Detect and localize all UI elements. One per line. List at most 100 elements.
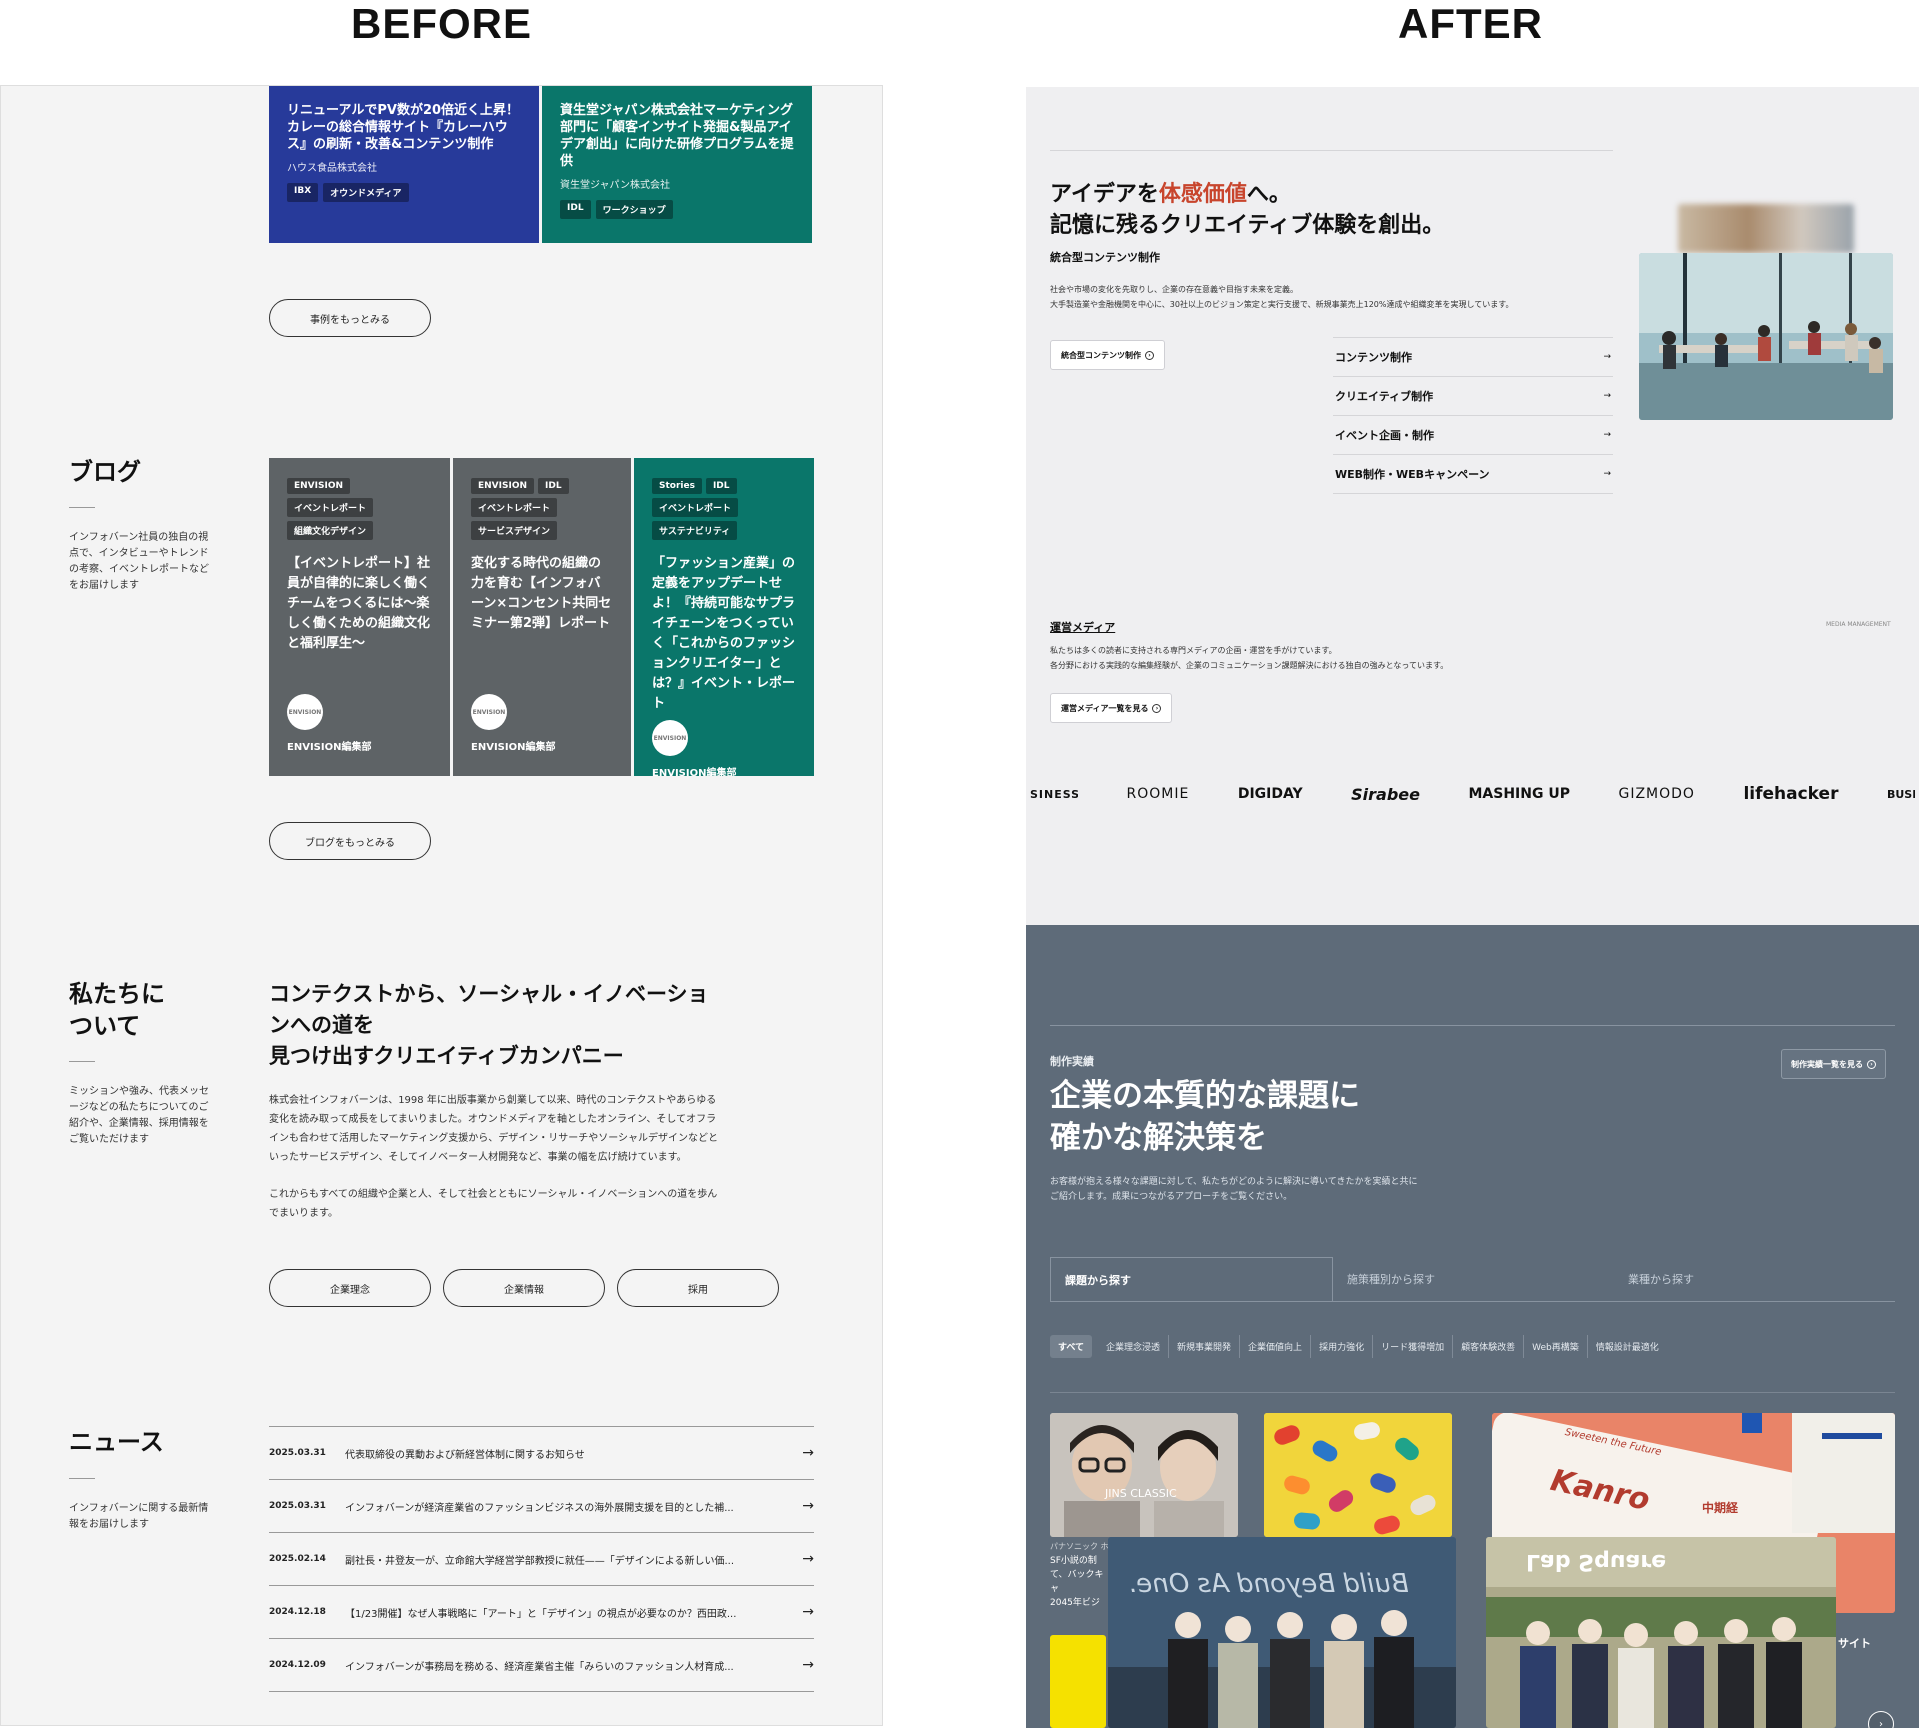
logo-lifehacker[interactable]: lifehacker	[1743, 784, 1838, 804]
works-list-button[interactable]: 制作実績一覧を見る ›	[1781, 1049, 1886, 1079]
caption-line: て、バックキャ	[1050, 1570, 1104, 1594]
blurred-photo	[1678, 204, 1854, 253]
tab-by-industry[interactable]: 業種から探す	[1614, 1257, 1895, 1301]
blog-tag: 組織文化デザイン	[287, 521, 374, 540]
media-desc: 私たちは多くの読者に支持される専門メディアの企画・運営を手がけています。 各分野…	[1050, 643, 1448, 673]
news-item[interactable]: 2025.03.31 代表取締役の異動および新経営体制に関するお知らせ →	[269, 1427, 814, 1480]
works-heading-line: 確かな解決策を	[1050, 1120, 1267, 1156]
blog-card-title: 変化する時代の組織の力を育む【インフォバーン×コンセント共同セミナー第2弾】レポ…	[471, 556, 612, 631]
media-desc-line: 各分野における実践的な編集経験が、企業のコミュニケーション課題解決における独自の…	[1050, 661, 1449, 670]
filter-chip[interactable]: 顧客体験改善	[1453, 1335, 1525, 1358]
logo-mashingup[interactable]: MASHING UP	[1468, 786, 1570, 802]
logo-sirabee[interactable]: Sirabee	[1351, 785, 1420, 804]
author-avatar: ENVISION	[652, 720, 688, 756]
hero-line1-prefix: アイデアを	[1050, 182, 1159, 207]
work-card-image[interactable]	[1050, 1635, 1106, 1728]
service-item[interactable]: WEB制作・WEBキャンペーン →	[1333, 455, 1613, 494]
filter-chip[interactable]: 採用力強化	[1311, 1335, 1374, 1358]
about-paragraph-line: インも合わせて活用したマーケティング支援から、デザイン・リサーチやソーシャルデザ…	[269, 1133, 718, 1144]
work-card-image[interactable]	[1264, 1413, 1452, 1537]
filter-chip[interactable]: リード獲得増加	[1373, 1335, 1454, 1358]
news-text: インフォバーンが事務局を務める、経済産業省主催「みらいのファッション人材育成..…	[345, 1661, 734, 1673]
service-item[interactable]: イベント企画・制作 →	[1333, 416, 1613, 455]
integrated-content-button[interactable]: 統合型コンテンツ制作 ›	[1050, 340, 1165, 370]
logo-gizmodo[interactable]: GIZMODO	[1618, 786, 1694, 802]
hero-desc-line: 社会や市場の変化を先取りし、企業の存在意義や目指す未来を定義。	[1050, 285, 1298, 294]
button-label: 制作実績一覧を見る	[1791, 1059, 1863, 1069]
works-tabs: 課題から探す 施策種別から探す 業種から探す	[1050, 1257, 1895, 1302]
logo-roomie[interactable]: ROOMIE	[1127, 786, 1190, 802]
philosophy-button[interactable]: 企業理念	[269, 1269, 431, 1307]
more-cases-button[interactable]: 事例をもっとみる	[269, 299, 431, 337]
service-item[interactable]: コンテンツ制作 →	[1333, 338, 1613, 377]
team-photo[interactable]: Lab Square	[1486, 1537, 1836, 1728]
news-item[interactable]: 2025.03.31 インフォバーンが経済産業省のファッションビジネスの海外展開…	[269, 1480, 814, 1533]
logo-digiday[interactable]: DIGIDAY	[1238, 786, 1303, 802]
service-list: コンテンツ制作 → クリエイティブ制作 → イベント企画・制作 → WEB制作・WEB…	[1333, 337, 1613, 494]
tab-by-measure[interactable]: 施策種別から探す	[1333, 1257, 1614, 1301]
company-info-button[interactable]: 企業情報	[443, 1269, 605, 1307]
news-item[interactable]: 2025.02.14 副社長・井登友一が、立命館大学経営学部教授に就任——「デザ…	[269, 1533, 814, 1586]
logo-business-insider[interactable]: SINESS NSIDER	[1030, 789, 1078, 800]
arrow-right-icon: →	[802, 1551, 814, 1567]
office-photo-image	[1639, 253, 1893, 420]
filter-chips: すべて 企業理念浸透 新規事業開発 企業価値向上 採用力強化 リード獲得増加 顧…	[1050, 1335, 1667, 1358]
media-eyebrow: MEDIA MANAGEMENT	[1826, 621, 1891, 628]
works-heading-line: 企業の本質的な課題に	[1050, 1078, 1360, 1114]
works-label: 制作実績	[1050, 1055, 1094, 1068]
arrow-right-icon: ›	[1879, 1718, 1883, 1729]
service-label: イベント企画・制作	[1335, 429, 1434, 442]
blog-tag: イベントレポート	[652, 498, 739, 517]
blog-card[interactable]: ENVISION イベントレポート 組織文化デザイン 【イベントレポート】社員が…	[269, 458, 450, 776]
blog-desc: インフォバーン社員の独自の視点で、インタビューやトレンドの考察、イベントレポート…	[69, 532, 209, 591]
blog-card[interactable]: Stories IDL イベントレポート サステナビリティ 「ファッション産業」…	[634, 458, 814, 776]
author-avatar: ENVISION	[471, 694, 507, 730]
news-text: 【1/23開催】なぜ人事戦略に「アート」と「デザイン」の視点が必要なのか？西田政…	[345, 1608, 737, 1620]
arrow-right-icon: →	[1603, 469, 1611, 479]
hero-heading: アイデアを体感価値へ。 記憶に残るクリエイティブ体験を創出。	[1050, 179, 1444, 241]
arrow-right-icon: →	[802, 1604, 814, 1620]
about-title-line: ついて	[69, 1012, 141, 1040]
recruit-button[interactable]: 採用	[617, 1269, 779, 1307]
filter-chip[interactable]: 新規事業開発	[1169, 1335, 1241, 1358]
about-paragraph-line: これからもすべての組織や企業と人、そして社会とともにソーシャル・イノベーションへ…	[269, 1189, 718, 1200]
filter-chip[interactable]: 企業価値向上	[1240, 1335, 1312, 1358]
service-item[interactable]: クリエイティブ制作 →	[1333, 377, 1613, 416]
news-date: 2024.12.18	[269, 1607, 326, 1617]
author-name: ENVISION編集部	[471, 742, 556, 753]
works-heading: 企業の本質的な課題に 確かな解決策を	[1050, 1075, 1360, 1159]
before-panel: リニューアルでPV数が20倍近く上昇！カレーの総合情報サイト『カレーハウス』の刷…	[0, 85, 883, 1726]
about-desc: ミッションや強み、代表メッセージなどの私たちについてのご紹介や、企業情報、採用情…	[69, 1086, 209, 1145]
news-item[interactable]: 2024.12.09 インフォバーンが事務局を務める、経済産業省主催「みらいのフ…	[269, 1639, 814, 1692]
filter-chip[interactable]: 企業理念浸透	[1098, 1335, 1170, 1358]
blog-card[interactable]: ENVISION IDL イベントレポート サービスデザイン 変化する時代の組織…	[453, 458, 631, 776]
news-item[interactable]: 2024.12.18 【1/23開催】なぜ人事戦略に「アート」と「デザイン」の視…	[269, 1586, 814, 1639]
hero-desc-line: 大手製造業や金融機関を中心に、30社以上のビジョン策定と実行支援で、新規事業売上…	[1050, 300, 1514, 309]
case-tag: ワークショップ	[595, 200, 673, 219]
filter-chip[interactable]: Web再構築	[1524, 1335, 1588, 1358]
divider	[1050, 150, 1613, 151]
more-blog-button[interactable]: ブログをもっとみる	[269, 822, 431, 860]
portrait-photo	[1050, 1413, 1238, 1537]
case-card[interactable]: 資生堂ジャパン株式会社マーケティング部門に「顧客インサイト発掘&製品アイデア創出…	[542, 86, 812, 243]
after-panel: アイデアを体感価値へ。 記憶に残るクリエイティブ体験を創出。 統合型コンテンツ制…	[1026, 87, 1919, 1728]
arrow-right-icon: →	[1603, 391, 1611, 401]
filter-chip[interactable]: 情報設計最適化	[1588, 1335, 1667, 1358]
arrow-right-icon: →	[802, 1657, 814, 1673]
hero-line2: 記憶に残るクリエイティブ体験を創出。	[1050, 213, 1445, 238]
media-list-button[interactable]: 運営メディア一覧を見る ›	[1050, 693, 1173, 723]
filter-chip[interactable]: すべて	[1050, 1335, 1093, 1358]
news-text: インフォバーンが経済産業省のファッションビジネスの海外展開支援を目的とした補..…	[345, 1502, 734, 1514]
before-heading: BEFORE	[351, 0, 533, 47]
wall-sign-text: Lab Square	[1526, 1549, 1667, 1574]
case-card[interactable]: リニューアルでPV数が20倍近く上昇！カレーの総合情報サイト『カレーハウス』の刷…	[269, 86, 539, 243]
team-photo[interactable]: Build Beyond As One.	[1108, 1537, 1456, 1728]
work-card-image[interactable]: JINS CLASSIC	[1050, 1413, 1238, 1537]
service-label: クリエイティブ制作	[1335, 390, 1434, 403]
author-name: ENVISION編集部	[652, 768, 737, 776]
scroll-next-button[interactable]: ›	[1868, 1711, 1894, 1728]
logo-business-insider[interactable]: BUSI INSI	[1887, 789, 1915, 800]
caption-line: 2045年ビジ	[1050, 1598, 1100, 1608]
works-section: 制作実績 企業の本質的な課題に 確かな解決策を お客様が抱える様々な課題に対して…	[1026, 925, 1919, 1728]
tab-by-issue[interactable]: 課題から探す	[1050, 1257, 1333, 1301]
